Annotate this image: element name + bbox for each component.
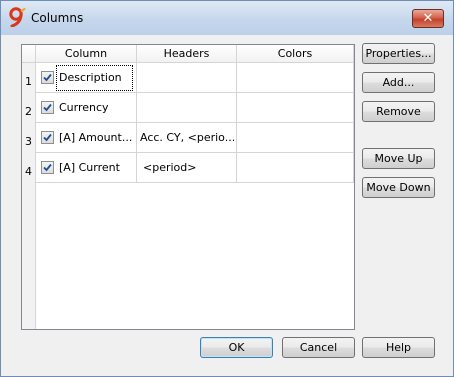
- table-row-cell-headers[interactable]: [137, 63, 237, 93]
- checkmark-icon: [43, 103, 52, 112]
- add-button[interactable]: Add...: [362, 72, 435, 93]
- column-name: Currency: [59, 101, 109, 114]
- header-column[interactable]: Column: [36, 45, 137, 63]
- table-row-cell-colors[interactable]: [237, 153, 354, 183]
- title-bar[interactable]: Columns ✕: [1, 1, 453, 35]
- table-row-cell-column[interactable]: Currency: [36, 93, 137, 123]
- row-number-column: [22, 63, 36, 329]
- table-row-cell-colors[interactable]: [237, 123, 354, 153]
- row-checkbox[interactable]: [41, 131, 54, 144]
- table-row-cell-headers[interactable]: [137, 93, 237, 123]
- properties-button[interactable]: Properties...: [362, 43, 435, 64]
- row-checkbox[interactable]: [41, 161, 54, 174]
- row-number[interactable]: 3: [22, 135, 35, 148]
- table-row-cell-colors[interactable]: [237, 93, 354, 123]
- ok-button[interactable]: OK: [200, 337, 273, 358]
- app-logo-icon: [9, 7, 26, 27]
- row-number[interactable]: 4: [22, 165, 35, 178]
- cancel-button[interactable]: Cancel: [282, 337, 355, 358]
- close-button[interactable]: ✕: [412, 9, 444, 28]
- checkmark-icon: [43, 133, 52, 142]
- columns-grid[interactable]: Column Headers Colors 1 2 3 4 Descriptio…: [21, 44, 355, 330]
- help-button[interactable]: Help: [362, 337, 435, 358]
- row-number[interactable]: 1: [22, 75, 35, 88]
- row-checkbox[interactable]: [41, 101, 54, 114]
- table-row-cell-column[interactable]: [A] Current: [36, 153, 137, 183]
- table-row-cell-colors[interactable]: [237, 63, 354, 93]
- table-row-cell-headers[interactable]: Acc. CY, <perio...: [137, 123, 237, 153]
- checkmark-icon: [43, 73, 52, 82]
- header-colors[interactable]: Colors: [237, 45, 354, 63]
- remove-button[interactable]: Remove: [362, 101, 435, 122]
- table-row-cell-column[interactable]: Description: [36, 63, 137, 93]
- dialog-body: Column Headers Colors 1 2 3 4 Descriptio…: [9, 35, 445, 368]
- columns-dialog: Columns ✕ Column Headers Colors 1 2 3 4 …: [0, 0, 454, 377]
- move-down-button[interactable]: Move Down: [362, 177, 435, 198]
- column-name: [A] Current: [59, 161, 120, 174]
- checkmark-icon: [43, 163, 52, 172]
- header-corner: [22, 45, 36, 63]
- table-row-cell-headers[interactable]: <period>: [137, 153, 237, 183]
- column-name: [A] Amount...: [59, 131, 133, 144]
- row-checkbox[interactable]: [41, 71, 54, 84]
- table-row-cell-column[interactable]: [A] Amount...: [36, 123, 137, 153]
- header-headers[interactable]: Headers: [137, 45, 237, 63]
- window-title: Columns: [31, 11, 84, 25]
- column-name: Description: [59, 71, 122, 84]
- close-icon: ✕: [422, 11, 434, 26]
- move-up-button[interactable]: Move Up: [362, 148, 435, 169]
- row-number[interactable]: 2: [22, 105, 35, 118]
